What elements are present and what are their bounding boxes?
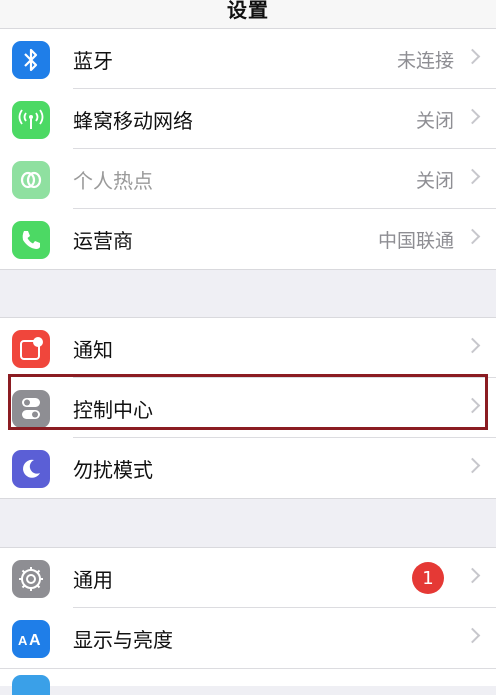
bluetooth-icon — [12, 41, 50, 79]
chevron-right-icon — [464, 337, 481, 354]
phone-icon — [12, 221, 50, 259]
bluetooth-label: 蓝牙 — [73, 48, 113, 73]
partial-icon — [12, 675, 50, 695]
chevron-right-icon — [464, 457, 481, 474]
update-badge: 1 — [412, 562, 444, 594]
bluetooth-row[interactable]: 蓝牙 未连接 — [0, 29, 496, 89]
bluetooth-value: 未连接 — [396, 49, 454, 72]
hotspot-icon — [12, 161, 50, 199]
cellular-icon — [12, 101, 50, 139]
general-label: 通用 — [73, 567, 113, 592]
carrier-label: 运营商 — [73, 228, 133, 253]
hotspot-row[interactable]: 个人热点 关闭 — [0, 149, 496, 209]
hotspot-value: 关闭 — [415, 169, 454, 192]
next-row-partial — [0, 668, 496, 695]
notifications-label: 通知 — [73, 337, 113, 362]
chevron-right-icon — [464, 228, 481, 245]
notifications-icon — [12, 330, 50, 368]
chevron-right-icon — [464, 567, 481, 584]
chevron-right-icon — [464, 108, 481, 125]
do-not-disturb-label: 勿扰模式 — [73, 457, 153, 482]
chevron-right-icon — [464, 48, 481, 65]
page-title: 设置 — [227, 0, 269, 22]
display-aa-icon: A A — [12, 620, 50, 658]
control-center-label: 控制中心 — [73, 397, 153, 422]
chevron-right-icon — [464, 397, 481, 414]
svg-text:A: A — [18, 633, 28, 648]
navigation-bar: 设置 — [0, 0, 496, 30]
general-row[interactable]: 通用 1 — [0, 548, 496, 608]
gear-icon — [12, 560, 50, 598]
cellular-label: 蜂窝移动网络 — [73, 108, 193, 133]
cellular-value: 关闭 — [415, 109, 454, 132]
settings-group-connectivity: 蓝牙 未连接 蜂窝移动网络 关闭 个人热点 关闭 运营商 中国联通 — [0, 28, 496, 270]
settings-group-notifications: 通知 控制中心 勿扰模式 — [0, 317, 496, 499]
do-not-disturb-row[interactable]: 勿扰模式 — [0, 438, 496, 498]
chevron-right-icon — [464, 168, 481, 185]
control-center-row[interactable]: 控制中心 — [0, 378, 496, 438]
display-brightness-label: 显示与亮度 — [73, 627, 173, 652]
chevron-right-icon — [464, 627, 481, 644]
moon-icon — [12, 450, 50, 488]
control-center-icon — [12, 390, 50, 428]
cellular-row[interactable]: 蜂窝移动网络 关闭 — [0, 89, 496, 149]
carrier-value: 中国联通 — [377, 229, 454, 252]
hotspot-label: 个人热点 — [73, 168, 153, 193]
carrier-row[interactable]: 运营商 中国联通 — [0, 209, 496, 269]
settings-group-general: 通用 1 A A 显示与亮度 — [0, 547, 496, 668]
svg-text:A: A — [29, 632, 41, 649]
display-brightness-row[interactable]: A A 显示与亮度 — [0, 608, 496, 668]
notifications-row[interactable]: 通知 — [0, 318, 496, 378]
